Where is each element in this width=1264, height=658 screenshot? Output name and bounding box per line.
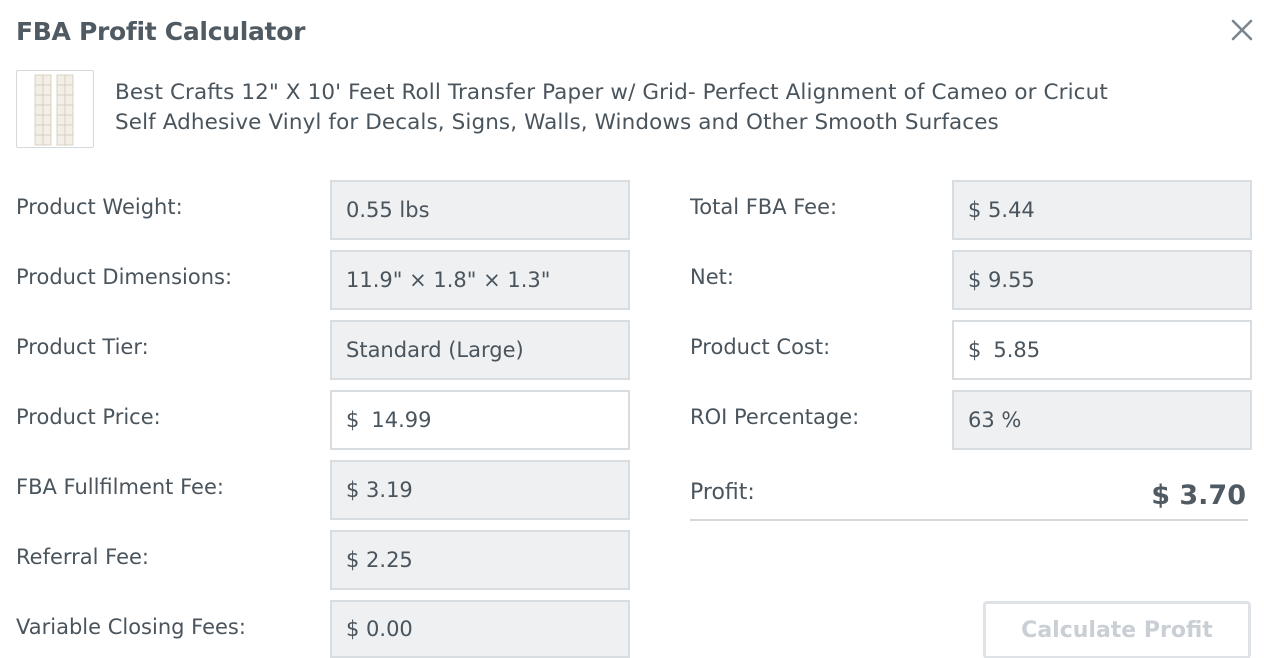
profit-divider (690, 519, 1248, 521)
profit-value: $ 3.70 (1151, 480, 1246, 511)
product-price-input[interactable] (371, 408, 572, 432)
product-title: Best Crafts 12" X 10' Feet Roll Transfer… (115, 78, 1245, 138)
cost-currency-symbol: $ (968, 338, 982, 362)
fba-calculator-modal: FBA Profit Calculator Best Crafts 12" X … (0, 0, 1264, 658)
product-tier-field: Standard (Large) (330, 320, 630, 380)
transfer-paper-roll-icon (34, 74, 74, 146)
product-tier-label: Product Tier: (16, 335, 149, 359)
product-tier-value: Standard (Large) (346, 338, 524, 362)
roi-percentage-value: 63 % (968, 408, 1022, 432)
product-weight-label: Product Weight: (16, 195, 183, 219)
total-fba-fee-field: $ 5.44 (952, 180, 1252, 240)
product-price-field[interactable]: $ (330, 390, 630, 450)
product-thumbnail (16, 70, 94, 148)
total-fba-fee-label: Total FBA Fee: (690, 195, 838, 219)
referral-fee-label: Referral Fee: (16, 545, 150, 569)
product-weight-field: 0.55 lbs (330, 180, 630, 240)
product-title-line-2: Self Adhesive Vinyl for Decals, Signs, W… (115, 110, 999, 135)
referral-fee-field: $ 2.25 (330, 530, 630, 590)
product-cost-input[interactable] (993, 338, 1194, 362)
product-dimensions-label: Product Dimensions: (16, 265, 233, 289)
net-label: Net: (690, 265, 734, 289)
variable-closing-fees-value: $ 0.00 (346, 617, 413, 641)
fba-fulfilment-fee-value: $ 3.19 (346, 478, 413, 502)
product-dimensions-field: 11.9" × 1.8" × 1.3" (330, 250, 630, 310)
variable-closing-fees-field: $ 0.00 (330, 600, 630, 658)
product-title-line-1: Best Crafts 12" X 10' Feet Roll Transfer… (115, 80, 1108, 105)
product-dimensions-value: 11.9" × 1.8" × 1.3" (346, 268, 551, 292)
referral-fee-value: $ 2.25 (346, 548, 413, 572)
product-cost-field[interactable]: $ (952, 320, 1252, 380)
price-currency-symbol: $ (346, 408, 360, 432)
product-weight-value: 0.55 lbs (346, 198, 430, 222)
roi-percentage-field: 63 % (952, 390, 1252, 450)
roi-percentage-label: ROI Percentage: (690, 405, 860, 429)
modal-title: FBA Profit Calculator (16, 17, 306, 46)
fba-fulfilment-fee-field: $ 3.19 (330, 460, 630, 520)
product-price-label: Product Price: (16, 405, 161, 429)
variable-closing-fees-label: Variable Closing Fees: (16, 615, 246, 639)
profit-label: Profit: (690, 480, 755, 505)
net-value: $ 9.55 (968, 268, 1035, 292)
product-cost-label: Product Cost: (690, 335, 831, 359)
close-icon[interactable] (1226, 14, 1258, 46)
calculate-profit-button[interactable]: Calculate Profit (983, 601, 1251, 658)
fba-fulfilment-fee-label: FBA Fullfilment Fee: (16, 475, 224, 499)
total-fba-fee-value: $ 5.44 (968, 198, 1035, 222)
net-field: $ 9.55 (952, 250, 1252, 310)
